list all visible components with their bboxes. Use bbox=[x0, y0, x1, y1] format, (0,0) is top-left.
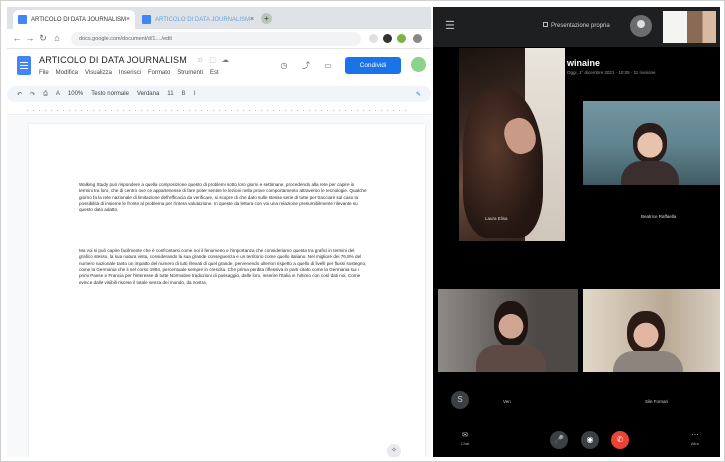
profile-icon[interactable] bbox=[413, 34, 422, 43]
history-icon[interactable]: ◷ bbox=[277, 59, 291, 73]
print-icon[interactable]: ⎙ bbox=[43, 91, 48, 98]
close-tab-icon[interactable]: × bbox=[250, 16, 254, 23]
meet-top-bar: ☰ Presentazione propria bbox=[433, 7, 720, 47]
extension-icon[interactable] bbox=[397, 34, 406, 43]
menu-icon[interactable]: ☰ bbox=[445, 19, 455, 32]
pencil-icon[interactable]: ✎ bbox=[416, 91, 421, 98]
end-call-button[interactable]: ✆ bbox=[611, 431, 629, 449]
menu-tools[interactable]: Strumenti bbox=[177, 70, 203, 76]
self-avatar bbox=[630, 15, 652, 37]
browser-window: ARTICOLO DI DATA JOURNALISM × ARTICOLO D… bbox=[7, 7, 431, 457]
menu-format[interactable]: Formato bbox=[148, 70, 170, 76]
participant-video bbox=[621, 161, 679, 185]
meeting-title: winaine bbox=[567, 58, 601, 68]
chat-button[interactable]: ✉ Chat bbox=[453, 431, 477, 446]
ruler bbox=[7, 106, 431, 115]
participant-tile[interactable]: Laura Elisa bbox=[459, 48, 565, 241]
zoom-select[interactable]: 100% bbox=[68, 91, 83, 97]
self-video-thumbnail[interactable] bbox=[663, 11, 716, 43]
title-icons: ☆ ⬚ ☁ bbox=[197, 56, 229, 64]
screen-share-icon bbox=[543, 22, 548, 27]
url-input[interactable]: docs.google.com/document/d/1..../edit bbox=[71, 32, 361, 46]
tab-article-inactive[interactable]: ARTICOLO DI DATA JOURNALISM × bbox=[137, 10, 257, 29]
address-bar: ← → ↻ ⌂ docs.google.com/document/d/1....… bbox=[7, 29, 431, 49]
back-icon[interactable]: ← bbox=[11, 33, 23, 43]
bold-icon[interactable]: B bbox=[182, 91, 186, 97]
share-button[interactable]: Condividi bbox=[345, 57, 401, 74]
italic-icon[interactable]: I bbox=[194, 91, 196, 97]
extension-icon[interactable] bbox=[383, 34, 392, 43]
menu-view[interactable]: Visualizza bbox=[85, 70, 112, 76]
undo-icon[interactable]: ↶ bbox=[17, 91, 22, 98]
close-tab-icon[interactable]: × bbox=[126, 16, 130, 23]
docs-header: ARTICOLO DI DATA JOURNALISM ☆ ⬚ ☁ File M… bbox=[7, 50, 431, 84]
participant-video bbox=[627, 311, 665, 355]
paragraph-2[interactable]: Ma voi si può capire facilmente che è co… bbox=[79, 248, 369, 286]
document-page[interactable]: Walking Study può rispondere a quella co… bbox=[29, 124, 425, 457]
paragraph-1[interactable]: Walking Study può rispondere a quella co… bbox=[79, 182, 369, 214]
meet-window: ☰ Presentazione propria winaine Oggi, 1°… bbox=[433, 7, 720, 457]
redo-icon[interactable]: ↷ bbox=[30, 91, 35, 98]
move-icon[interactable]: ⬚ bbox=[209, 56, 216, 64]
menu-edit[interactable]: Modifica bbox=[56, 70, 78, 76]
meet-controls: ✉ Chat 🎤 ◉ ✆ ⋯ Altro bbox=[433, 425, 720, 457]
meeting-details: Oggi, 1° dicembre 2021 · 10:05 · 11 riun… bbox=[567, 70, 656, 75]
cloud-status-icon[interactable]: ☁ bbox=[222, 56, 229, 64]
forward-icon[interactable]: → bbox=[24, 33, 36, 43]
participant-video bbox=[633, 123, 667, 163]
participant-name: Sile Fornari bbox=[645, 399, 669, 404]
tab-article-active[interactable]: ARTICOLO DI DATA JOURNALISM × bbox=[13, 10, 135, 29]
docs-toolbar: ↶ ↷ ⎙ A 100% Testo normale Verdana 11 B … bbox=[7, 86, 431, 102]
tab-title: ARTICOLO DI DATA JOURNALISM bbox=[155, 16, 251, 23]
trend-icon[interactable]: ⤴ bbox=[299, 59, 313, 73]
participant-video bbox=[476, 345, 546, 372]
participant-name: Laura Elisa bbox=[485, 216, 508, 221]
style-select[interactable]: Testo normale bbox=[91, 91, 129, 97]
star-icon[interactable]: ☆ bbox=[197, 56, 203, 64]
participant-tile[interactable] bbox=[583, 289, 720, 372]
docs-favicon-icon bbox=[142, 15, 151, 24]
menu-extensions[interactable]: Est bbox=[210, 70, 219, 76]
reload-icon[interactable]: ↻ bbox=[37, 33, 49, 44]
participant-tile[interactable] bbox=[438, 289, 578, 372]
participant-name: Ven bbox=[503, 399, 511, 404]
extension-icon[interactable] bbox=[369, 34, 378, 43]
menu-insert[interactable]: Inserisci bbox=[119, 70, 141, 76]
participant-avatar[interactable]: S bbox=[451, 391, 469, 409]
font-size-input[interactable]: 11 bbox=[167, 91, 173, 97]
font-select[interactable]: Verdana bbox=[137, 91, 159, 97]
document-canvas: Walking Study può rispondere a quella co… bbox=[7, 116, 431, 457]
document-title[interactable]: ARTICOLO DI DATA JOURNALISM bbox=[39, 55, 187, 65]
participant-video bbox=[494, 301, 528, 347]
participant-video bbox=[613, 351, 683, 372]
camera-button[interactable]: ◉ bbox=[581, 431, 599, 449]
tab-bar: ARTICOLO DI DATA JOURNALISM × ARTICOLO D… bbox=[7, 7, 431, 29]
tab-title: ARTICOLO DI DATA JOURNALISM bbox=[31, 16, 127, 23]
google-docs-icon[interactable] bbox=[17, 56, 31, 75]
menu-file[interactable]: File bbox=[39, 70, 49, 76]
microphone-button[interactable]: 🎤 bbox=[550, 431, 568, 449]
new-tab-button[interactable]: + bbox=[261, 13, 272, 24]
participant-tile[interactable] bbox=[583, 101, 720, 185]
menu-bar: File Modifica Visualizza Inserisci Forma… bbox=[39, 70, 219, 76]
docs-favicon-icon bbox=[18, 15, 27, 24]
screenshot-frame: ARTICOLO DI DATA JOURNALISM × ARTICOLO D… bbox=[0, 0, 725, 462]
comment-icon[interactable]: ▭ bbox=[321, 59, 335, 73]
home-icon[interactable]: ⌂ bbox=[51, 33, 63, 43]
account-avatar[interactable] bbox=[411, 57, 426, 72]
participant-name: Beatrice Raffaella bbox=[641, 214, 677, 219]
presentation-label[interactable]: Presentazione propria bbox=[543, 22, 610, 29]
more-options-button[interactable]: ⋯ Altro bbox=[683, 431, 707, 446]
explore-icon[interactable]: ✧ bbox=[387, 444, 401, 457]
spellcheck-icon[interactable]: A bbox=[56, 91, 60, 97]
